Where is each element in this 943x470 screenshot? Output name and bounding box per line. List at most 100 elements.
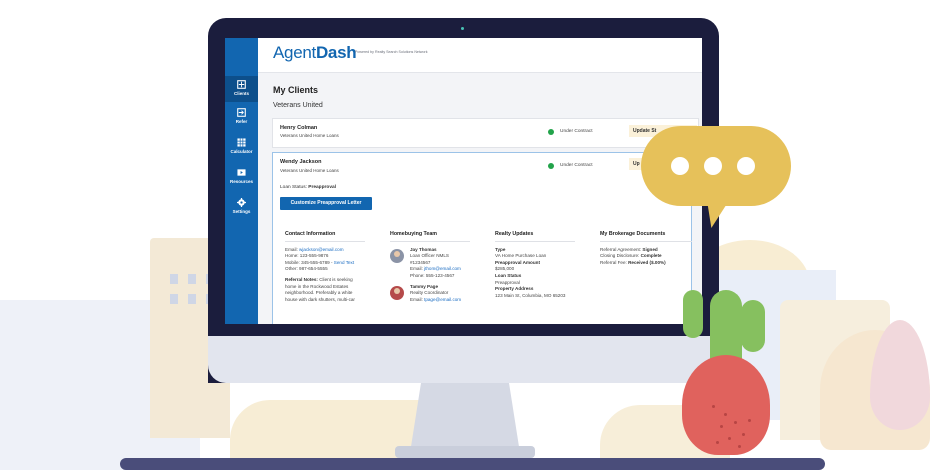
sidebar-item-calculator[interactable]: Calculator <box>225 138 258 160</box>
email-label: Email: <box>285 246 298 252</box>
referral-notes: Referral Notes: Client is seeking home i… <box>285 277 370 303</box>
doc-value: Signed <box>642 246 658 252</box>
notes-text: house with dark shutters, multi-car <box>285 296 355 302</box>
avatar <box>390 248 404 263</box>
brokerage-documents-section: My Brokerage Documents Referral Agreemen… <box>600 231 695 266</box>
doc-fee: Referral Fee: Received ($.00%) <box>600 260 695 267</box>
address-label: Property Address <box>495 286 534 292</box>
section-heading: Homebuying Team <box>390 231 470 242</box>
email-label: Email: <box>410 296 423 302</box>
sidebar-item-clients[interactable]: Clients <box>225 76 258 102</box>
loan-status-label: Loan Status: <box>280 185 307 190</box>
sidebar: Clients Refer Calculator Resources Setti… <box>225 38 258 324</box>
loan-status-value: Preapproval <box>308 185 337 190</box>
cactus-arm <box>683 290 703 338</box>
amount-label: Preapproval Amount <box>495 259 541 265</box>
monitor-stand-neck <box>410 383 520 453</box>
agentdash-logo[interactable]: AgentDash <box>273 43 357 63</box>
refer-icon <box>237 108 246 117</box>
homebuying-team-section: Homebuying Team Jay Thomas Loan Officer … <box>390 231 480 316</box>
team-member: Tammy Page Realty Coordinator Email: tpa… <box>390 284 480 316</box>
illustration: Clients Refer Calculator Resources Setti… <box>0 0 943 470</box>
settings-icon <box>237 198 246 207</box>
sidebar-item-label: Clients <box>233 91 249 96</box>
contact-information-section: Contact Information Email: wjackson@emai… <box>285 231 370 303</box>
client-card[interactable]: Henry Colman Veterans United Home Loans … <box>272 118 699 148</box>
doc-closing: Closing Disclosure: Complete <box>600 253 695 260</box>
customize-preapproval-letter-button[interactable]: Customize Preapproval Letter <box>280 197 372 210</box>
notes-text: home in the Rockwood Estates <box>285 283 349 289</box>
contact-mobile: Mobile: 345-555-6789 - Send Text <box>285 260 370 267</box>
app-header: AgentDash Powered by Realty Search Solut… <box>258 38 702 73</box>
typing-dot <box>671 157 689 175</box>
doc-value: Received ($.00%) <box>628 259 666 265</box>
loan-status-value: Preapproval <box>495 279 520 285</box>
doc-agreement: Referral Agreement: Signed <box>600 247 695 254</box>
doc-value: Complete <box>640 253 662 259</box>
member-email: Email: tpage@email.com <box>410 297 480 304</box>
client-name: Henry Colman <box>280 125 318 131</box>
webcam-icon <box>461 27 464 30</box>
loan-status: Loan Status: Preapproval <box>280 185 336 190</box>
client-name: Wendy Jackson <box>280 159 322 165</box>
doc-label: Referral Fee: <box>600 259 627 265</box>
team-member: Jay Thomas Loan Officer NMLS #1234567 Em… <box>390 247 480 280</box>
email-link[interactable]: tpage@email.com <box>424 297 461 302</box>
doc-label: Closing Disclosure: <box>600 253 640 259</box>
email-link[interactable]: wjackson@email.com <box>299 247 344 252</box>
member-role: Loan Officer NMLS <box>410 253 449 259</box>
company-name: Veterans United <box>273 102 323 109</box>
sidebar-item-settings[interactable]: Settings <box>225 198 258 220</box>
client-status: Under Contract <box>560 129 593 134</box>
logo-text-bold: Dash <box>315 43 357 62</box>
logo-text-light: Agent <box>273 43 316 62</box>
contact-other: Other: 987-654-5555 <box>285 266 328 272</box>
client-org: Veterans United Home Loans <box>280 133 339 138</box>
member-nmls-id: #1234567 <box>410 259 431 265</box>
avatar <box>390 285 404 300</box>
status-dot-icon <box>548 129 554 135</box>
client-card-expanded[interactable]: Wendy Jackson Veterans United Home Loans… <box>272 152 692 324</box>
powered-by-text: Powered by Realty Search Solutions Netwo… <box>355 50 428 54</box>
type-label: Type <box>495 246 506 252</box>
section-heading: Contact Information <box>285 231 365 242</box>
email-label: Email: <box>410 266 423 272</box>
ground-line <box>120 458 825 470</box>
address-value: 123 Main St, Columbia, MO 65203 <box>495 292 566 298</box>
typing-dot <box>737 157 755 175</box>
send-text-link[interactable]: Send Text <box>334 260 354 265</box>
notes-text: neighborhood. Preferably a white <box>285 290 353 296</box>
sidebar-item-label: Settings <box>232 209 251 214</box>
member-name: Tammy Page <box>410 283 438 289</box>
sidebar-item-label: Resources <box>229 179 253 184</box>
member-role: Realty Coordinator <box>410 290 449 296</box>
client-org: Veterans United Home Loans <box>280 168 339 173</box>
monitor-stand-foot <box>395 446 535 458</box>
calculator-icon <box>237 138 246 147</box>
clients-icon <box>237 80 246 89</box>
sidebar-item-refer[interactable]: Refer <box>225 108 258 130</box>
plant-pot <box>682 355 770 455</box>
notes-text: Client is seeking <box>319 276 353 282</box>
resources-icon <box>237 169 246 176</box>
section-heading: My Brokerage Documents <box>600 231 692 242</box>
contact-email: Email: wjackson@email.com <box>285 247 370 254</box>
cactus-arm <box>741 300 765 352</box>
section-heading: Realty Updates <box>495 231 575 242</box>
typing-dot <box>704 157 722 175</box>
type-value: VA Home Purchase Loan <box>495 253 547 259</box>
member-phone: Phone: 555-123-4567 <box>410 272 455 278</box>
contact-home: Home: 123-555-9876 <box>285 253 329 259</box>
sidebar-item-label: Refer <box>235 119 248 124</box>
mobile-text: Mobile: 345-555-6789 - <box>285 259 333 265</box>
member-name: Jay Thomas <box>410 246 437 252</box>
client-status: Under Contract <box>560 163 593 168</box>
doc-label: Referral Agreement: <box>600 246 642 252</box>
email-link[interactable]: jthom@email.com <box>424 266 461 271</box>
sidebar-item-resources[interactable]: Resources <box>225 168 258 190</box>
amount-value: $285,000 <box>495 266 515 272</box>
member-email: Email: jthom@email.com <box>410 266 480 273</box>
sidebar-item-label: Calculator <box>230 149 253 154</box>
speech-bubble-icon <box>641 126 791 206</box>
notes-label: Referral Notes: <box>285 276 318 282</box>
